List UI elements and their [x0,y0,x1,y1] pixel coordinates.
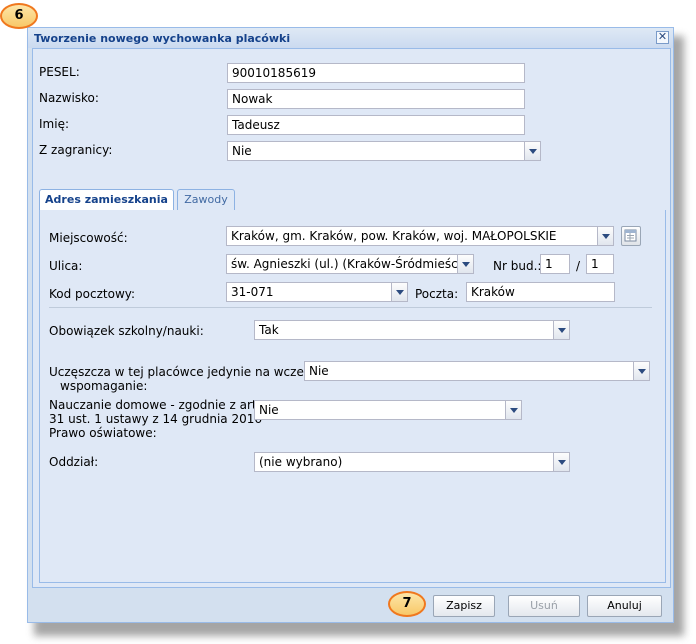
nauczanie-label-line3: Prawo oświatowe: [49,426,157,440]
dropdown-arrow-icon[interactable] [505,401,521,419]
wspomaganie-label-line1: Uczęszcza w tej placówce jedynie na wcze… [49,365,326,379]
miejscowosc-label: Miejscowość: [49,231,128,245]
nauczanie-label-line2: 31 ust. 1 ustawy z 14 grudnia 2016 - [49,412,271,426]
nr-bud-input[interactable]: 1 [540,254,570,274]
dropdown-arrow-icon[interactable] [553,321,569,339]
nr-sep: / [576,259,581,273]
dropdown-arrow-icon[interactable] [553,453,569,471]
nr-lok-input[interactable]: 1 [586,254,614,274]
ulica-label: Ulica: [49,259,83,273]
wspomaganie-label-line2: wspomaganie: [60,379,148,393]
ulica-value: św. Agnieszki (ul.) (Kraków-Śródmieście) [231,257,474,271]
divider [49,307,652,308]
zagranicy-value: Nie [232,144,252,158]
dropdown-arrow-icon[interactable] [457,255,473,273]
dialog-body: PESEL: 90010185619 Nazwisko: Nowak Imię:… [32,48,671,588]
nr-bud-label: Nr bud.: [493,259,542,273]
imie-label: Imię: [39,117,69,131]
poczta-input[interactable]: Kraków [466,282,615,302]
kod-label: Kod pocztowy: [49,287,136,301]
miejscowosc-value: Kraków, gm. Kraków, pow. Kraków, woj. MA… [231,229,557,243]
nauczanie-label-line1: Nauczanie domowe - zgodnie z art. [49,398,261,412]
tab-bar: Adres zamieszkania Zawody [39,184,664,211]
dropdown-arrow-icon[interactable] [524,142,540,160]
pesel-label: PESEL: [39,65,80,79]
wspomaganie-select[interactable]: Nie [304,361,650,381]
imie-input[interactable]: Tadeusz [227,115,525,135]
zagranicy-label: Z zagranicy: [39,143,113,157]
address-panel: Miejscowość: Kraków, gm. Kraków, pow. Kr… [39,210,666,583]
obowiazek-label: Obowiązek szkolny/nauki: [49,324,204,338]
step-marker-7: 7 [388,591,426,617]
window-title: Tworzenie nowego wychowanka placówki [34,32,291,45]
zagranicy-select[interactable]: Nie [227,141,541,161]
dialog-window: Tworzenie nowego wychowanka placówki ✕ P… [27,27,674,623]
oddzial-value: (nie wybrano) [259,455,343,469]
poczta-label: Poczta: [415,287,459,301]
tab-adres-zamieszkania[interactable]: Adres zamieszkania [39,189,174,211]
wspomaganie-value: Nie [309,364,329,378]
calendar-edit-icon [624,229,637,242]
dropdown-arrow-icon[interactable] [597,227,613,245]
titlebar: Tworzenie nowego wychowanka placówki ✕ [28,28,673,48]
save-button[interactable]: Zapisz [433,595,495,617]
obowiazek-select[interactable]: Tak [254,320,570,340]
oddzial-label: Oddział: [49,455,99,469]
nauczanie-value: Nie [259,403,279,417]
oddzial-select[interactable]: (nie wybrano) [254,452,570,472]
dropdown-arrow-icon[interactable] [633,362,649,380]
delete-button[interactable]: Usuń [508,595,580,617]
kod-select[interactable]: 31-071 [226,282,408,302]
nazwisko-label: Nazwisko: [39,91,99,105]
nazwisko-input[interactable]: Nowak [227,89,525,109]
obowiazek-value: Tak [259,323,279,337]
cancel-button[interactable]: Anuluj [587,595,662,617]
tab-zawody[interactable]: Zawody [177,189,235,211]
dropdown-arrow-icon[interactable] [391,283,407,301]
calendar-edit-button[interactable] [621,226,641,246]
ulica-select[interactable]: św. Agnieszki (ul.) (Kraków-Śródmieście) [226,254,474,274]
nauczanie-select[interactable]: Nie [254,400,522,420]
miejscowosc-select[interactable]: Kraków, gm. Kraków, pow. Kraków, woj. MA… [226,226,614,246]
pesel-input[interactable]: 90010185619 [227,63,525,83]
close-icon[interactable]: ✕ [656,31,669,44]
step-marker-6: 6 [0,3,38,29]
kod-value: 31-071 [231,285,274,299]
